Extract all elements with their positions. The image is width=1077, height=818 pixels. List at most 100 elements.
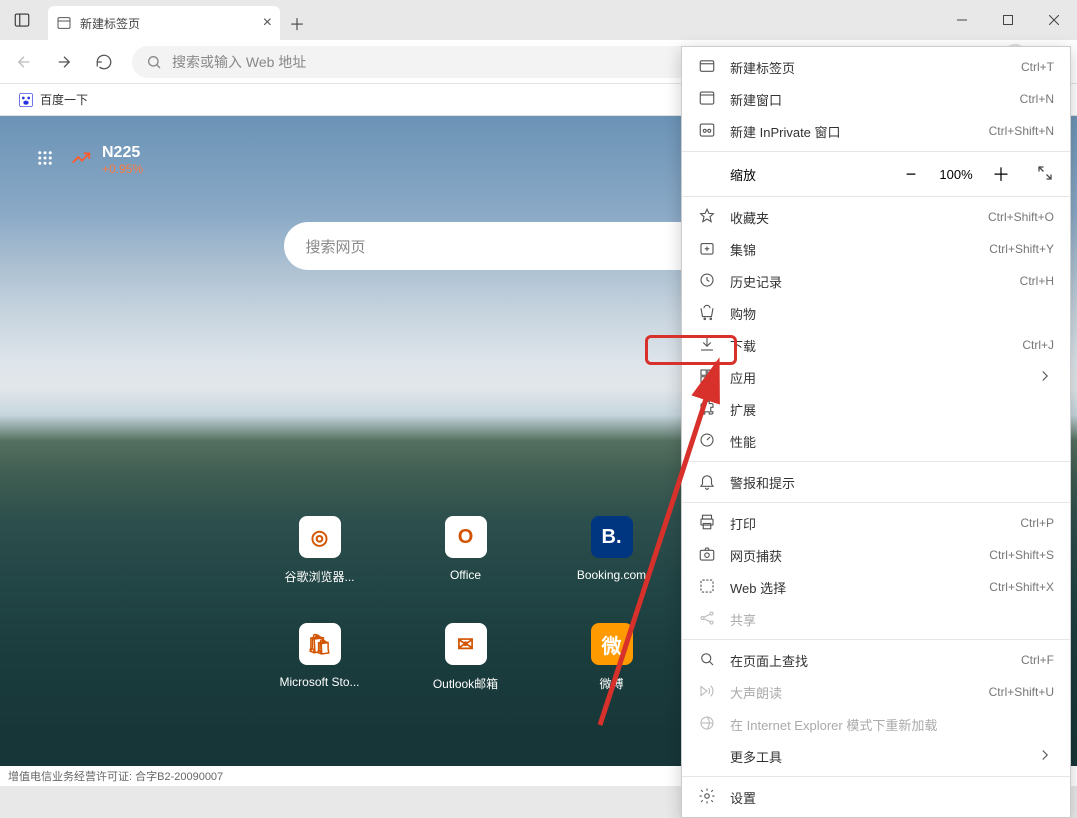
stock-name: N225 [102, 144, 143, 162]
menu-item-history[interactable]: 历史记录 Ctrl+H [682, 265, 1070, 297]
alerts-icon [698, 472, 716, 493]
menu-item-label: 收藏夹 [730, 208, 974, 227]
quick-link-tile[interactable]: 🛍Microsoft Sto... [280, 623, 360, 692]
tab-favicon [56, 15, 72, 31]
menu-item-label: 购物 [730, 304, 1054, 323]
settings-icon [698, 787, 716, 808]
menu-item-new_inpriv[interactable]: 新建 InPrivate 窗口Ctrl+Shift+N [682, 115, 1070, 147]
menu-item-label: 更多工具 [730, 747, 1022, 766]
tile-label: 谷歌浏览器... [284, 568, 354, 585]
tile-icon: ✉ [445, 623, 487, 665]
chevron-right-icon [1036, 367, 1054, 388]
menu-item-shortcut: Ctrl+H [1020, 274, 1054, 288]
menu-zoom-row: 缩放 − 100% ＋ [682, 156, 1070, 192]
collections-icon [698, 239, 716, 260]
menu-item-shortcut: Ctrl+T [1021, 60, 1054, 74]
zoom-in-button[interactable]: ＋ [986, 159, 1016, 189]
tile-icon: ◎ [299, 516, 341, 558]
readaloud-icon [698, 682, 716, 703]
menu-item-moretools[interactable]: 更多工具 [682, 740, 1070, 772]
quick-link-tile[interactable]: OOffice [426, 516, 506, 585]
menu-item-label: 历史记录 [730, 272, 1006, 291]
menu-item-webselect[interactable]: Web 选择 Ctrl+Shift+X [682, 571, 1070, 603]
zoom-out-button[interactable]: − [896, 159, 926, 189]
menu-item-label: 在 Internet Explorer 模式下重新加载 [730, 715, 1054, 734]
window-close[interactable] [1031, 0, 1077, 40]
tab-current[interactable]: 新建标签页 × [48, 6, 280, 40]
search-icon [146, 54, 162, 70]
nav-refresh-button[interactable] [86, 44, 122, 80]
tab-actions-button[interactable] [0, 0, 44, 40]
menu-item-shortcut: Ctrl+Shift+X [989, 580, 1054, 594]
quick-link-tile[interactable]: 微微博 [572, 623, 652, 692]
omnibox-placeholder: 搜索或输入 Web 地址 [172, 52, 306, 72]
menu-separator [682, 639, 1070, 640]
tab-close-icon[interactable]: × [263, 14, 272, 32]
menu-item-capture[interactable]: 网页捕获Ctrl+Shift+S [682, 539, 1070, 571]
nav-back-button[interactable] [6, 44, 42, 80]
menu-item-new_tab[interactable]: 新建标签页Ctrl+T [682, 51, 1070, 83]
shopping-icon [698, 303, 716, 324]
favorites-icon [698, 207, 716, 228]
capture-icon [698, 545, 716, 566]
menu-item-readaloud: 大声朗读Ctrl+Shift+U [682, 676, 1070, 708]
downloads-icon [698, 335, 716, 356]
webselect-icon [698, 577, 716, 598]
menu-item-collections[interactable]: 集锦Ctrl+Shift+Y [682, 233, 1070, 265]
menu-separator [682, 502, 1070, 503]
bookmark-item-baidu[interactable]: 百度一下 [12, 87, 94, 112]
window-maximize[interactable] [985, 0, 1031, 40]
tab-title: 新建标签页 [80, 15, 140, 32]
menu-separator [682, 776, 1070, 777]
menu-item-shortcut: Ctrl+P [1020, 516, 1054, 530]
menu-item-downloads[interactable]: 下载Ctrl+J [682, 329, 1070, 361]
nav-forward-button[interactable] [46, 44, 82, 80]
omnibox[interactable]: 搜索或输入 Web 地址 [132, 46, 772, 78]
menu-item-shortcut: Ctrl+F [1021, 653, 1054, 667]
menu-item-favorites[interactable]: 收藏夹Ctrl+Shift+O [682, 201, 1070, 233]
zoom-percent: 100% [934, 167, 978, 182]
tile-label: Outlook邮箱 [433, 675, 498, 692]
menu-item-find[interactable]: 在页面上查找 Ctrl+F [682, 644, 1070, 676]
stock-widget[interactable]: N225 +0.95% [70, 144, 143, 176]
tile-icon: 🛍 [299, 623, 341, 665]
ntp-search-placeholder: 搜索网页 [306, 236, 366, 257]
menu-item-new_window[interactable]: 新建窗口Ctrl+N [682, 83, 1070, 115]
window-controls [939, 0, 1077, 40]
menu-item-perf[interactable]: 性能 [682, 425, 1070, 457]
apps-grid-icon[interactable] [36, 149, 54, 172]
menu-item-apps[interactable]: 应用 [682, 361, 1070, 393]
perf-icon [698, 431, 716, 452]
tile-label: Office [450, 568, 481, 582]
menu-separator [682, 461, 1070, 462]
menu-item-share: 共享 [682, 603, 1070, 635]
quick-link-tile[interactable]: ✉ Outlook邮箱 [426, 623, 506, 692]
new-tab-button[interactable]: ＋ [280, 6, 314, 40]
menu-item-label: 扩展 [730, 400, 1054, 419]
new_tab-icon [698, 57, 716, 78]
menu-item-shopping[interactable]: 购物 [682, 297, 1070, 329]
menu-item-label: 在页面上查找 [730, 651, 1007, 670]
menu-item-print[interactable]: 打印Ctrl+P [682, 507, 1070, 539]
footer-left: 增值电信业务经营许可证: 合字B2-20090007 [8, 768, 223, 784]
title-bar: 新建标签页 × ＋ [0, 0, 1077, 40]
menu-item-label: 网页捕获 [730, 546, 975, 565]
menu-separator [682, 151, 1070, 152]
menu-item-extensions[interactable]: 扩展 [682, 393, 1070, 425]
menu-item-label: 新建 InPrivate 窗口 [730, 122, 975, 141]
menu-item-alerts[interactable]: 警报和提示 [682, 466, 1070, 498]
chevron-right-icon [1036, 746, 1054, 767]
menu-item-shortcut: Ctrl+Shift+U [989, 685, 1054, 699]
quick-link-tile[interactable]: B.Booking.com [572, 516, 652, 585]
bookmark-favicon [18, 92, 34, 108]
tile-icon: 微 [591, 623, 633, 665]
menu-item-label: 下载 [730, 336, 1008, 355]
history-icon [698, 271, 716, 292]
fullscreen-button[interactable] [1036, 164, 1054, 185]
quick-link-tile[interactable]: ◎ 谷歌浏览器... [280, 516, 360, 585]
stock-change: +0.95% [102, 162, 143, 176]
new_window-icon [698, 89, 716, 110]
menu-item-label: Web 选择 [730, 578, 975, 597]
window-minimize[interactable] [939, 0, 985, 40]
menu-item-label: 设置 [730, 788, 1054, 807]
